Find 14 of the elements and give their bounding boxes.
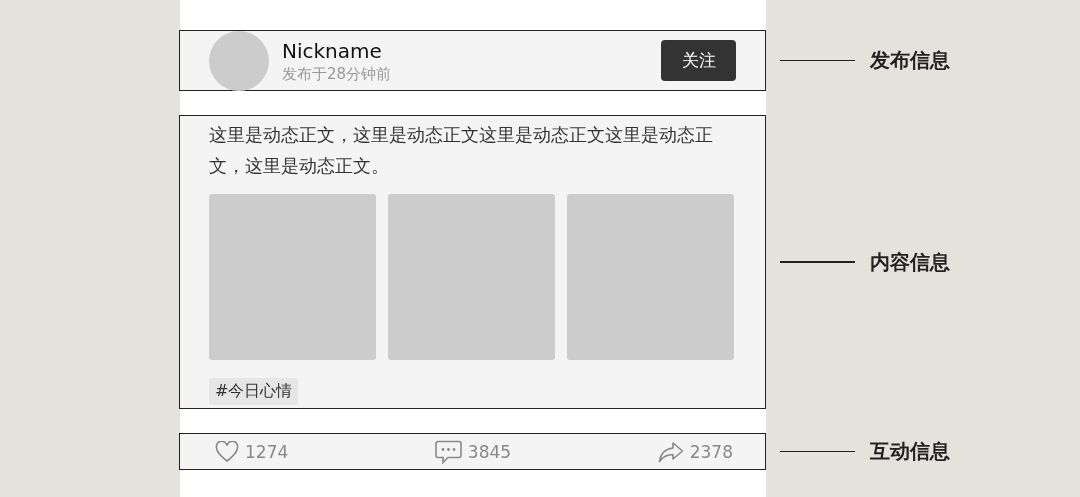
nickname: Nickname	[282, 37, 383, 64]
share-icon[interactable]	[657, 440, 684, 463]
annotation-label: 互动信息	[870, 438, 950, 465]
comment-icon[interactable]	[434, 439, 462, 464]
post-time: 发布于28分钟前	[282, 63, 393, 84]
stat-count: 1274	[245, 441, 289, 462]
stat-count: 3845	[467, 441, 512, 462]
post-body: 这里是动态正文，这里是动态正文这里是动态正文这里是动态正文，这里是动态正文。	[209, 123, 714, 178]
heart-icon[interactable]	[215, 440, 239, 463]
annotation-label: 发布信息	[870, 47, 950, 74]
annotation-label: 内容信息	[870, 248, 950, 276]
topic-tag[interactable]: #今日心情	[209, 378, 299, 405]
follow-button[interactable]: 关注	[661, 40, 736, 81]
stat-count: 2378	[689, 441, 733, 462]
